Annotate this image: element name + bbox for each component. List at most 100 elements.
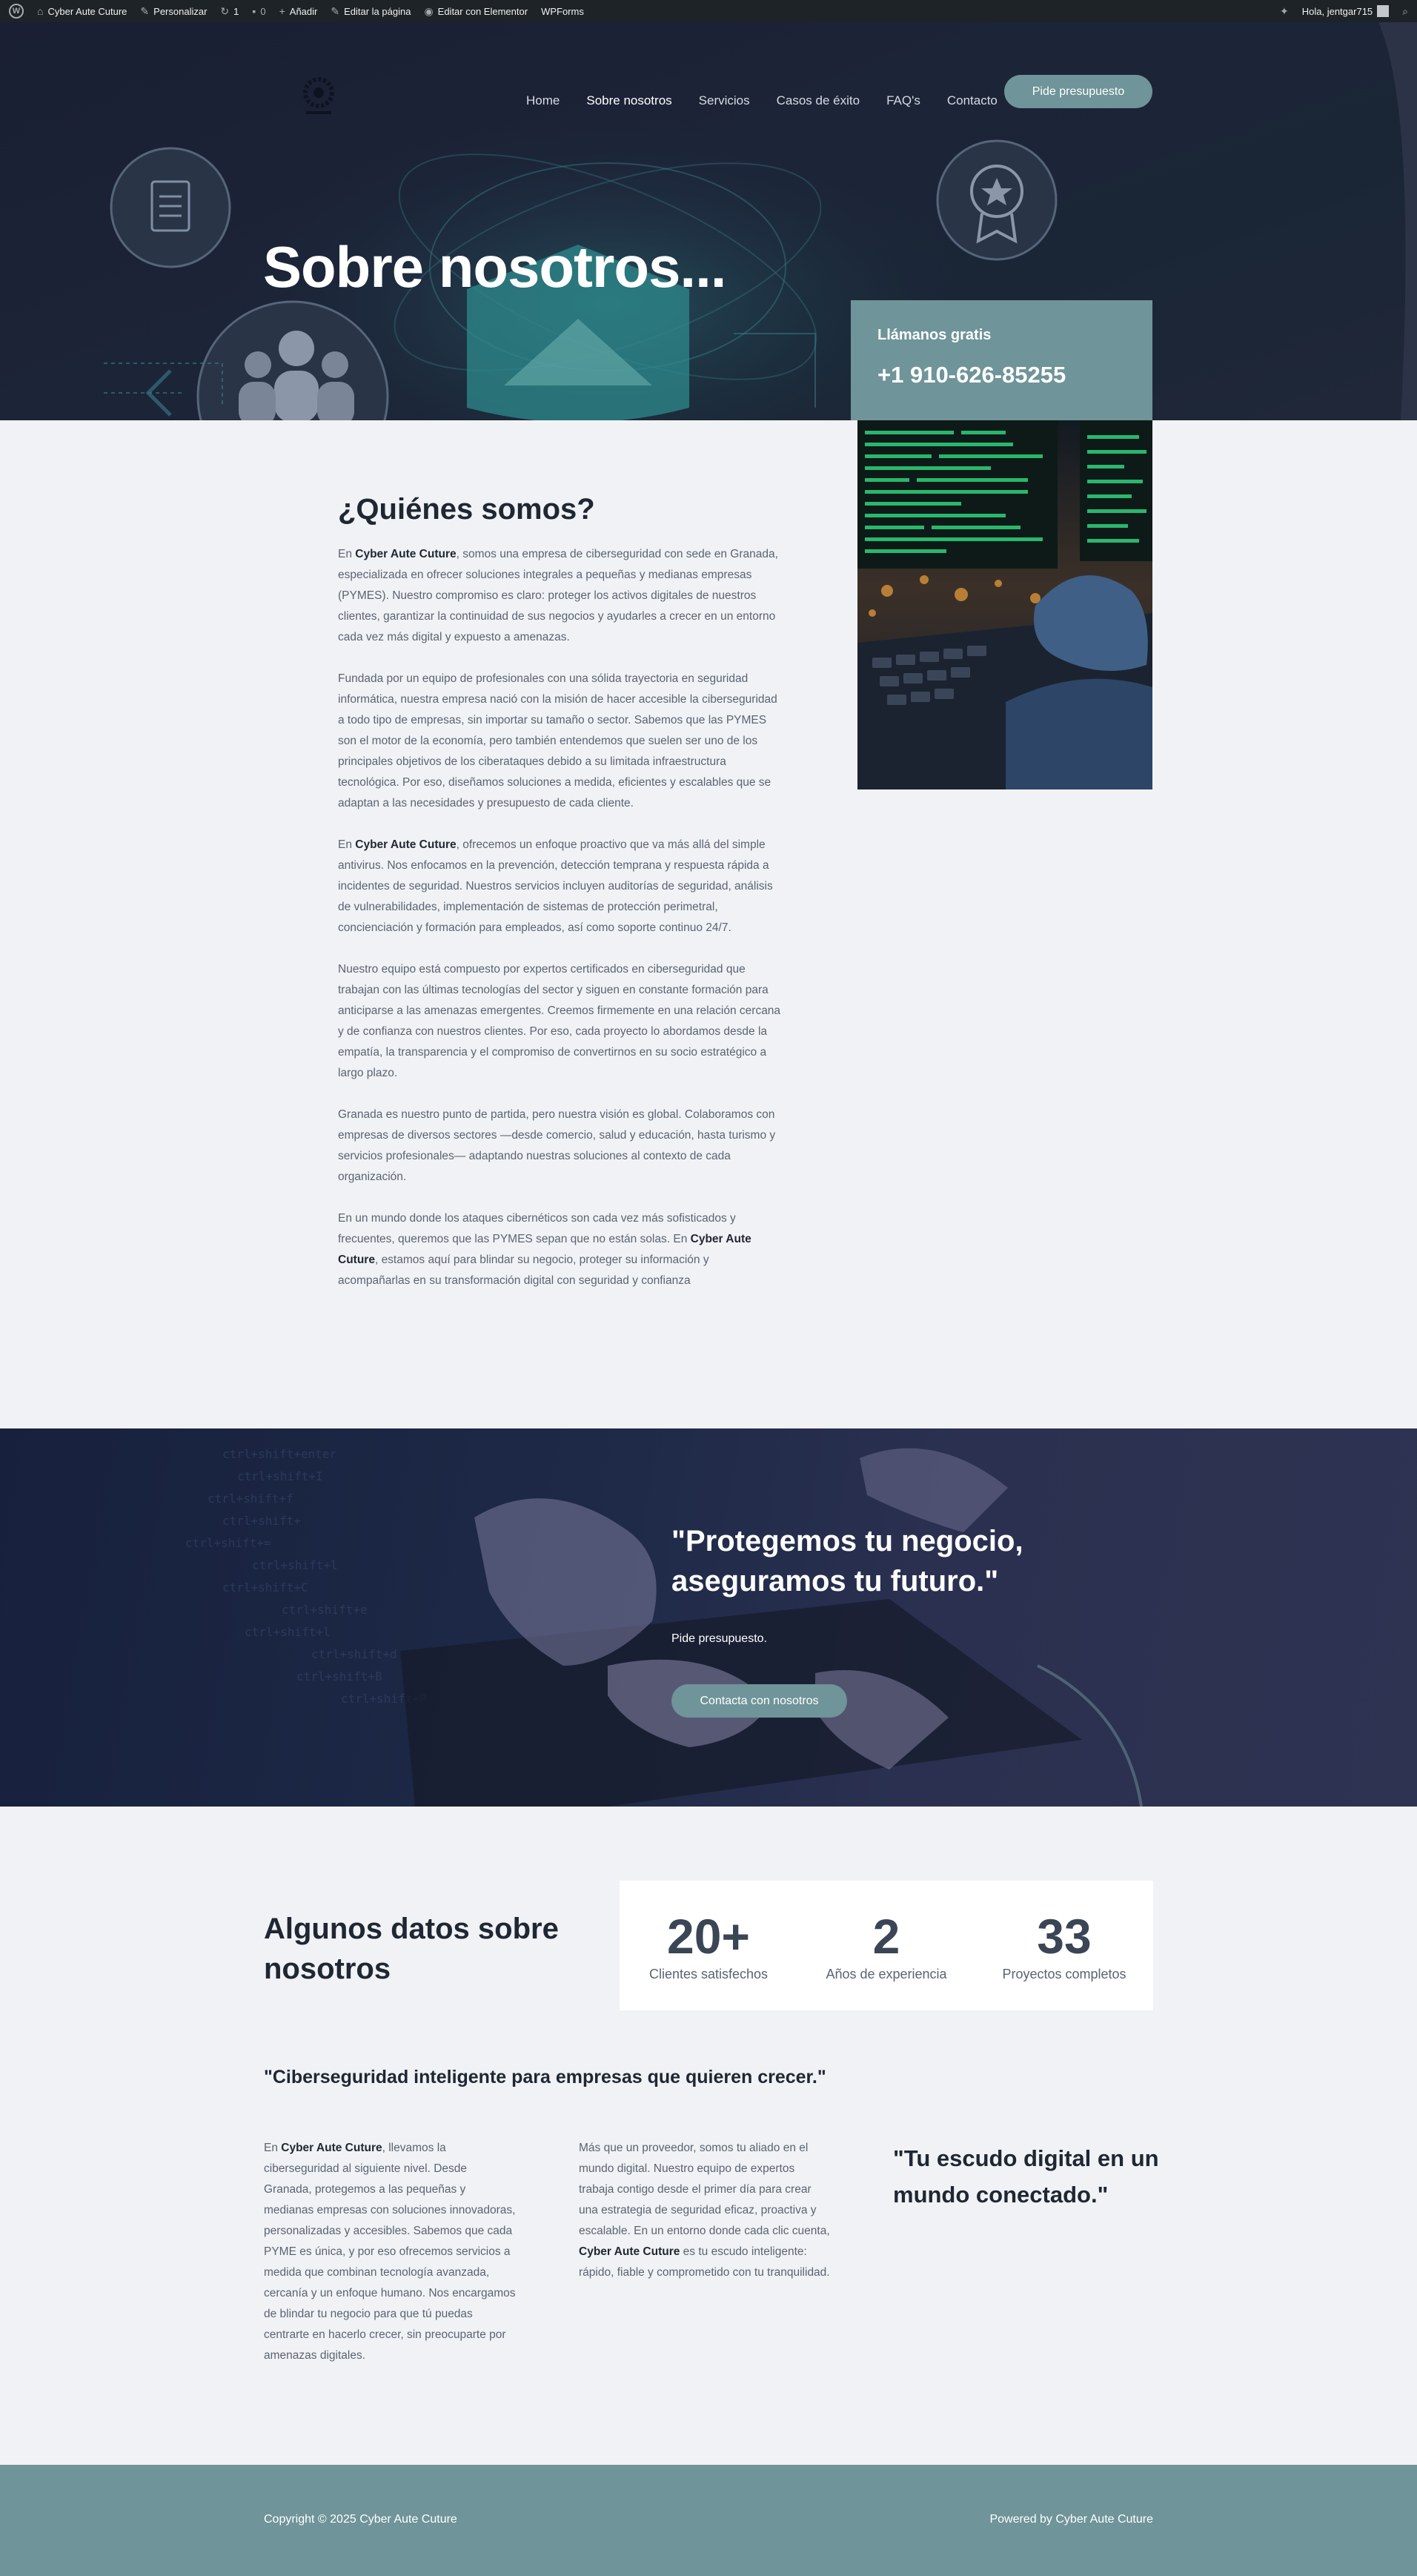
stat-number: 33 (1037, 1909, 1092, 1964)
contact-button[interactable]: Contacta con nosotros (671, 1684, 847, 1718)
nav-faqs[interactable]: FAQ's (886, 93, 920, 108)
admin-updates-count: 1 (233, 5, 239, 17)
admin-edit-page[interactable]: ✎ Editar la página (331, 5, 411, 18)
banner-background-art: ctrl+shift+enter ctrl+shift+I ctrl+shift… (185, 1447, 1143, 1807)
about-paragraph-6: En un mundo donde los ataques cibernétic… (338, 1208, 783, 1291)
plus-icon: + (279, 5, 285, 17)
elementor-icon: ◉ (424, 4, 434, 17)
admin-add-new-label: Añadir (289, 5, 318, 17)
page-title: Sobre nosotros... (263, 234, 726, 299)
cybersecurity-photo (857, 420, 1152, 789)
nav-servicios[interactable]: Servicios (699, 93, 750, 108)
admin-bar-right: ✦ Hola, jentgar715 ⌕ (1280, 5, 1408, 18)
about-p1-rest: , somos una empresa de ciberseguridad co… (338, 548, 778, 643)
stat-caption: Clientes satisfechos (648, 1967, 769, 1981)
nav-sobre-nosotros[interactable]: Sobre nosotros (586, 93, 671, 108)
site-footer: Copyright © 2025 Cyber Aute Cuture Power… (0, 2465, 1417, 2576)
nav-contacto[interactable]: Contacto (947, 93, 998, 108)
brand-name: Cyber Aute Cuture (355, 548, 457, 560)
powered-by-text: Powered by Cyber Aute Cuture (989, 2513, 1153, 2526)
stat-caption: Años de experiencia (826, 1967, 947, 1981)
search-icon[interactable]: ⌕ (1402, 5, 1408, 18)
svg-text:ctrl+shift+C: ctrl+shift+C (222, 1580, 308, 1595)
about-paragraph-2: Fundada por un equipo de profesionales c… (338, 672, 777, 809)
stat-years: 2 Años de experiencia (805, 1909, 968, 1982)
svg-text:ctrl+shift+f: ctrl+shift+f (208, 1491, 293, 1506)
closing-col1-rest: , llevamos la ciberseguridad al siguient… (264, 2142, 516, 2362)
updates-icon: ↻ (220, 4, 230, 17)
dashboard-icon: ⌂ (37, 5, 44, 17)
admin-customize[interactable]: ✎ Personalizar (140, 5, 207, 18)
stat-clients: 20+ Clientes satisfechos (627, 1909, 790, 1982)
main-nav: Home Sobre nosotros Servicios Casos de é… (526, 93, 998, 108)
stats-box: 20+ Clientes satisfechos 2 Años de exper… (620, 1881, 1153, 2010)
brand-name: Cyber Aute Cuture (281, 2142, 382, 2154)
copyright-text: Copyright © 2025 Cyber Aute Cuture (264, 2513, 457, 2526)
about-p1-start: En (338, 548, 356, 560)
wordpress-logo-icon[interactable]: W (9, 4, 24, 19)
svg-text:ctrl+shift+l: ctrl+shift+l (252, 1558, 338, 1572)
admin-edit-elementor-label: Editar con Elementor (437, 5, 528, 17)
comment-icon: ▪ (252, 5, 256, 17)
svg-text:ctrl+shift+=: ctrl+shift+= (185, 1536, 271, 1550)
admin-account[interactable]: Hola, jentgar715 (1301, 5, 1390, 17)
quote-banner: ctrl+shift+enter ctrl+shift+I ctrl+shift… (0, 1428, 1417, 1807)
admin-site-name-label: Cyber Aute Cuture (47, 5, 127, 17)
logo-icon (303, 77, 334, 114)
about-heading: ¿Quiénes somos? (338, 493, 595, 526)
brand-name: Cyber Aute Cuture (579, 2245, 680, 2258)
about-paragraph-1: En Cyber Aute Cuture, somos una empresa … (338, 544, 783, 648)
nav-casos-de-exito[interactable]: Casos de éxito (777, 93, 860, 108)
hero-section: Home Sobre nosotros Servicios Casos de é… (0, 22, 1417, 420)
closing-quote: "Tu escudo digital en un mundo conectado… (893, 2145, 1159, 2208)
pencil-icon: ✎ (331, 4, 340, 17)
admin-add-new[interactable]: + Añadir (279, 5, 318, 17)
admin-wpforms-label: WPForms (541, 5, 584, 17)
admin-edit-elementor[interactable]: ◉ Editar con Elementor (424, 5, 528, 18)
call-box: Llámanos gratis +1 910-626-85255 (851, 300, 1152, 420)
closing-col2-start: Más que un proveedor, somos tu aliado en… (579, 2142, 830, 2237)
banner-quote: "Protegemos tu negocio, aseguramos tu fu… (671, 1525, 1023, 1597)
closing-col1-start: En (264, 2142, 282, 2154)
closing-column-1: En Cyber Aute Cuture, llevamos la cibers… (264, 2138, 516, 2366)
admin-customize-label: Personalizar (153, 5, 208, 17)
about-paragraph-4: Nuestro equipo está compuesto por expert… (338, 963, 781, 1079)
about-paragraph-5: Granada es nuestro punto de partida, per… (338, 1108, 776, 1183)
svg-text:ctrl+shift+enter: ctrl+shift+enter (222, 1447, 336, 1461)
stat-projects: 33 Proyectos completos (983, 1909, 1146, 1982)
svg-text:ctrl+shift+B: ctrl+shift+B (296, 1669, 382, 1683)
admin-greeting: Hola, jentgar715 (1301, 5, 1373, 17)
admin-bar: W ⌂ Cyber Aute Cuture ✎ Personalizar ↻ 1… (0, 0, 1417, 22)
call-label: Llámanos gratis (877, 327, 992, 343)
about-p3-start: En (338, 838, 356, 851)
stats-title: Algunos datos sobre nosotros (264, 1913, 559, 1985)
svg-text:ctrl+shift+d: ctrl+shift+d (311, 1647, 397, 1661)
nav-home[interactable]: Home (526, 93, 560, 108)
brush-icon: ✎ (140, 4, 150, 17)
admin-site-name[interactable]: ⌂ Cyber Aute Cuture (37, 5, 127, 17)
quote-button[interactable]: Pide presupuesto (1004, 75, 1152, 108)
about-p3-rest: , ofrecemos un enfoque proactivo que va … (338, 838, 773, 934)
admin-updates[interactable]: ↻ 1 (220, 5, 239, 18)
hero-background-art (104, 22, 1417, 420)
banner-subtitle: Pide presupuesto. (671, 1632, 767, 1645)
about-paragraph-3: En Cyber Aute Cuture, ofrecemos un enfoq… (338, 835, 783, 938)
svg-text:ctrl+shift+l: ctrl+shift+l (245, 1625, 331, 1639)
admin-bar-left: W ⌂ Cyber Aute Cuture ✎ Personalizar ↻ 1… (9, 4, 584, 19)
about-p6-rest: , estamos aquí para blindar su negocio, … (338, 1254, 709, 1287)
stat-caption: Proyectos completos (1002, 1967, 1126, 1981)
admin-wpforms[interactable]: WPForms (541, 6, 584, 17)
stat-number: 2 (872, 1909, 900, 1964)
admin-comments-count: 0 (260, 5, 266, 17)
svg-text:ctrl+shift+e: ctrl+shift+e (282, 1603, 368, 1617)
site-logo[interactable] (289, 67, 348, 126)
avatar (1377, 5, 1390, 17)
keyboard-photo-art (857, 420, 1152, 789)
admin-edit-page-label: Editar la página (344, 5, 411, 17)
closing-column-2: Más que un proveedor, somos tu aliado en… (579, 2138, 831, 2283)
svg-text:ctrl+shift+: ctrl+shift+ (222, 1514, 301, 1528)
about-section: ¿Quiénes somos? En Cyber Aute Cuture, so… (338, 493, 783, 1312)
phone-number[interactable]: +1 910-626-85255 (877, 362, 1126, 388)
admin-comments[interactable]: ▪ 0 (252, 5, 265, 17)
ai-sparkle-icon[interactable]: ✦ (1280, 5, 1289, 18)
